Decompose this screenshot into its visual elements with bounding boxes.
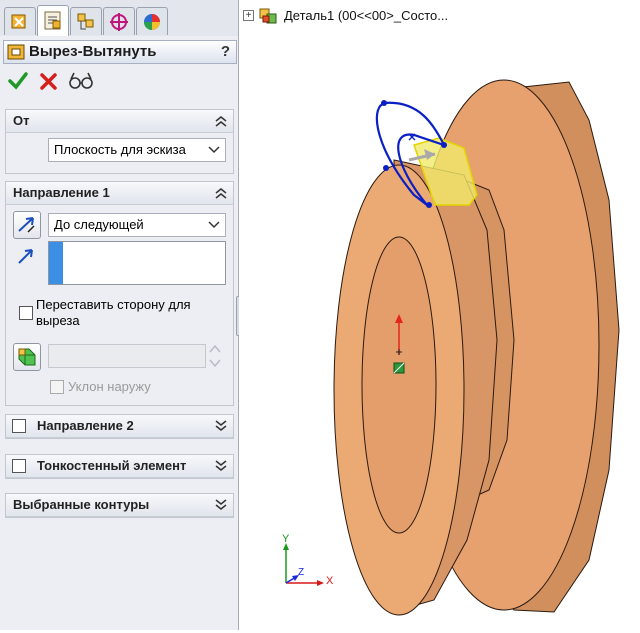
direction1-group-title: Направление 1 — [13, 185, 110, 200]
dimxpert-tab[interactable] — [103, 7, 135, 35]
graphics-area[interactable]: Y X Z — [239, 0, 640, 630]
draft-toggle-button[interactable] — [13, 343, 41, 371]
start-condition-select[interactable]: Плоскость для эскиза — [48, 138, 226, 162]
feature-tree-icon — [11, 14, 26, 29]
chevron-up-icon[interactable] — [215, 187, 227, 202]
close-icon — [40, 73, 57, 90]
property-manager-icon — [44, 11, 61, 30]
draft-outward-label: Уклон наружу — [68, 379, 151, 394]
draft-icon — [18, 348, 36, 366]
direction-of-extrusion-icon — [16, 245, 38, 270]
thin-feature-group: Тонкостенный элемент — [5, 454, 234, 479]
display-manager-icon — [144, 14, 160, 30]
from-group-title: От — [13, 113, 30, 128]
property-manager-header: Вырез-Вытянуть ? — [3, 40, 237, 64]
display-manager-tab[interactable] — [136, 7, 168, 35]
flip-side-checkbox[interactable] — [19, 306, 33, 320]
glasses-icon — [69, 72, 93, 89]
cancel-button[interactable] — [39, 70, 59, 95]
flip-side-label: Переставить сторону для выреза — [36, 297, 191, 328]
extruded-cut-icon — [7, 44, 25, 63]
direction2-group-header[interactable]: Направление 2 — [6, 415, 233, 438]
thin-feature-group-title: Тонкостенный элемент — [37, 458, 187, 473]
direction2-checkbox[interactable] — [12, 419, 26, 433]
end-condition-value: До следующей — [54, 217, 144, 232]
ok-button[interactable] — [8, 70, 28, 95]
triad-z-label: Z — [298, 567, 305, 578]
inner-bore — [361, 236, 437, 534]
help-button[interactable]: ? — [221, 43, 230, 60]
checkmark-icon — [8, 72, 28, 90]
draft-angle-input[interactable] — [48, 344, 206, 368]
direction2-group-title: Направление 2 — [37, 418, 134, 433]
triad-y-label: Y — [282, 533, 290, 545]
triad-x-label: X — [326, 575, 334, 587]
end-condition-select[interactable]: До следующей — [48, 213, 226, 237]
manager-tabs — [0, 0, 238, 36]
start-condition-value: Плоскость для эскиза — [54, 142, 186, 157]
view-triad: Y X Z — [274, 533, 344, 595]
direction-selection-box[interactable] — [48, 241, 226, 285]
thin-feature-group-header[interactable]: Тонкостенный элемент — [6, 455, 233, 478]
chevron-down-icon[interactable] — [215, 460, 227, 475]
chevron-down-icon[interactable] — [215, 420, 227, 435]
selection-box-highlight — [49, 242, 63, 284]
chevron-up-icon[interactable] — [215, 115, 227, 130]
dimxpert-icon — [110, 13, 128, 31]
tree-root-label[interactable]: Деталь1 (00<<00>_Состо... — [284, 8, 448, 23]
reverse-direction-icon — [18, 217, 35, 233]
property-manager-tab[interactable] — [37, 5, 69, 36]
part-icon — [258, 6, 280, 29]
chevron-down-icon — [208, 218, 220, 233]
chevron-down-icon[interactable] — [215, 499, 227, 514]
preview-button[interactable] — [68, 70, 94, 95]
configuration-manager-tab[interactable] — [70, 7, 102, 35]
direction2-group: Направление 2 — [5, 414, 234, 439]
selected-contours-group-title: Выбранные контуры — [13, 497, 150, 512]
selected-contours-group: Выбранные контуры — [5, 493, 234, 518]
property-manager-panel: Вырез-Вытянуть ? От Плоскость для эскиза… — [0, 0, 239, 630]
draft-outward-checkbox[interactable] — [50, 380, 64, 394]
expand-tree-button[interactable]: + — [243, 10, 254, 21]
property-manager-title: Вырез-Вытянуть — [29, 43, 157, 60]
selected-contours-group-header[interactable]: Выбранные контуры — [6, 494, 233, 517]
direction1-group: Направление 1 До следующей Переставить с… — [5, 181, 234, 406]
chevron-down-icon — [208, 143, 220, 158]
feature-manager-tab[interactable] — [4, 7, 36, 35]
from-group-header[interactable]: От — [6, 110, 233, 133]
configuration-icon — [77, 13, 94, 30]
thin-feature-checkbox[interactable] — [12, 459, 26, 473]
from-group: От Плоскость для эскиза — [5, 109, 234, 174]
reverse-direction-button[interactable] — [13, 211, 41, 239]
direction1-group-header[interactable]: Направление 1 — [6, 182, 233, 205]
spin-arrows-icon[interactable] — [208, 343, 222, 372]
action-buttons — [6, 70, 106, 96]
